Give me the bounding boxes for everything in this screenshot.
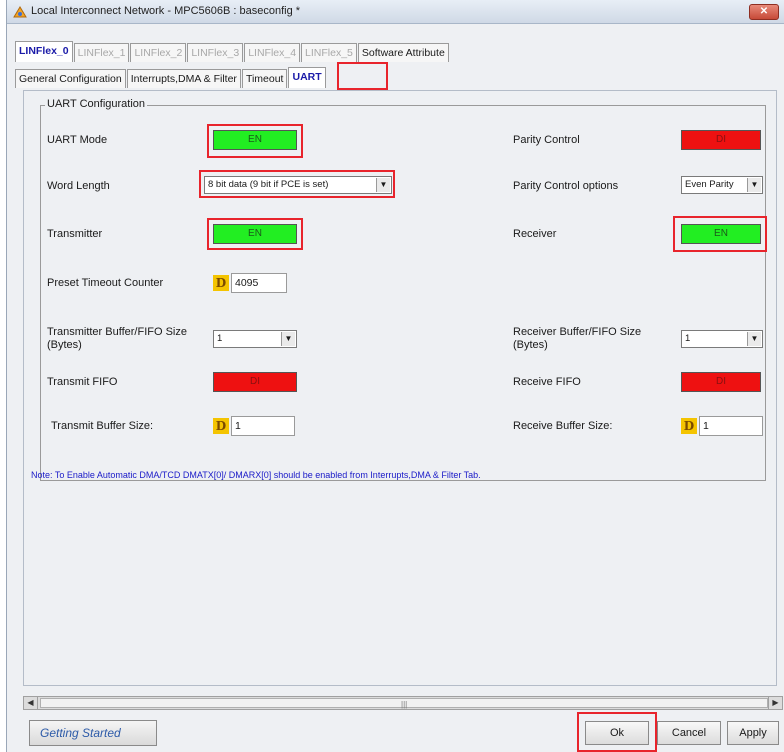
tx-buffer-fifo-size-label: Transmitter Buffer/FIFO Size (Bytes) bbox=[47, 326, 187, 351]
parity-options-value: Even Parity bbox=[685, 179, 734, 190]
tab-general-configuration[interactable]: General Configuration bbox=[15, 69, 126, 88]
tab-interrupts-dma-filter[interactable]: Interrupts,DMA & Filter bbox=[126, 69, 241, 88]
rx-buffer-fifo-size-value: 1 bbox=[685, 333, 691, 344]
transmit-fifo-toggle[interactable]: DI bbox=[213, 372, 297, 392]
linflex-tab-bar: LINFlex_0 LINFlex_1 LINFlex_2 LINFlex_3 … bbox=[15, 40, 450, 62]
grip-icon: ||| bbox=[401, 700, 408, 709]
tab-uart[interactable]: UART bbox=[288, 67, 326, 88]
cancel-button[interactable]: Cancel bbox=[657, 721, 721, 745]
parity-options-select[interactable]: Even Parity ▼ bbox=[681, 176, 763, 194]
tab-software-attribute[interactable]: Software Attribute bbox=[357, 43, 449, 62]
close-button[interactable]: ✕ bbox=[749, 4, 779, 20]
receive-buffer-size-input[interactable]: 1 bbox=[699, 416, 763, 436]
parity-options-label: Parity Control options bbox=[513, 180, 619, 192]
decimal-format-icon[interactable]: D bbox=[213, 418, 229, 434]
scroll-right-icon[interactable]: ▶ bbox=[768, 697, 782, 709]
tab-linflex-1[interactable]: LINFlex_1 bbox=[73, 43, 130, 62]
word-length-select[interactable]: 8 bit data (9 bit if PCE is set) ▼ bbox=[204, 176, 392, 194]
rx-buffer-fifo-size-label: Receiver Buffer/FIFO Size (Bytes) bbox=[513, 326, 642, 351]
receiver-label: Receiver bbox=[513, 228, 557, 240]
tab-timeout[interactable]: Timeout bbox=[241, 69, 288, 88]
chevron-down-icon[interactable]: ▼ bbox=[747, 332, 761, 346]
receiver-toggle[interactable]: EN bbox=[681, 224, 761, 244]
transmitter-label: Transmitter bbox=[47, 228, 103, 240]
preset-timeout-field: D 4095 bbox=[213, 273, 287, 293]
word-length-value: 8 bit data (9 bit if PCE is set) bbox=[208, 179, 329, 190]
tx-buffer-fifo-size-select[interactable]: 1 ▼ bbox=[213, 330, 297, 348]
decimal-format-icon[interactable]: D bbox=[213, 275, 229, 291]
parity-control-toggle[interactable]: DI bbox=[681, 130, 761, 150]
transmit-buffer-size-label: Transmit Buffer Size: bbox=[51, 420, 154, 432]
uart-configuration-group: UART Configuration UART Mode EN Parity C… bbox=[40, 98, 767, 481]
app-icon bbox=[13, 6, 27, 18]
apply-button[interactable]: Apply bbox=[727, 721, 779, 745]
preset-timeout-label: Preset Timeout Counter bbox=[47, 277, 164, 289]
chevron-down-icon[interactable]: ▼ bbox=[747, 178, 761, 192]
preset-timeout-input[interactable]: 4095 bbox=[231, 273, 287, 293]
chevron-down-icon[interactable]: ▼ bbox=[376, 178, 390, 192]
uart-config-panel: UART Configuration UART Mode EN Parity C… bbox=[23, 90, 777, 686]
tab-linflex-0[interactable]: LINFlex_0 bbox=[15, 41, 73, 62]
scroll-thumb[interactable]: ||| bbox=[40, 698, 768, 709]
title-bar: Local Interconnect Network - MPC5606B : … bbox=[7, 0, 784, 24]
tab-linflex-5[interactable]: LINFlex_5 bbox=[301, 43, 357, 62]
dialog-window: Local Interconnect Network - MPC5606B : … bbox=[6, 0, 784, 752]
receive-fifo-toggle[interactable]: DI bbox=[681, 372, 761, 392]
receive-buffer-size-label: Receive Buffer Size: bbox=[513, 420, 613, 432]
getting-started-button[interactable]: Getting Started bbox=[29, 720, 157, 746]
horizontal-scrollbar[interactable]: ◀ ||| ▶ bbox=[23, 696, 783, 710]
transmit-buffer-size-field: D 1 bbox=[213, 416, 295, 436]
receive-fifo-label: Receive FIFO bbox=[513, 376, 581, 388]
receive-buffer-size-field: D 1 bbox=[681, 416, 763, 436]
transmit-fifo-label: Transmit FIFO bbox=[47, 376, 118, 388]
uart-tab-highlight bbox=[337, 62, 388, 90]
uart-mode-label: UART Mode bbox=[47, 134, 108, 146]
word-length-label: Word Length bbox=[47, 180, 110, 192]
decimal-format-icon[interactable]: D bbox=[681, 418, 697, 434]
parity-control-label: Parity Control bbox=[513, 134, 580, 146]
group-title: UART Configuration bbox=[45, 98, 148, 110]
tab-linflex-2[interactable]: LINFlex_2 bbox=[130, 43, 187, 62]
config-tab-bar: General Configuration Interrupts,DMA & F… bbox=[15, 66, 327, 88]
tab-linflex-4[interactable]: LINFlex_4 bbox=[244, 43, 301, 62]
dma-note: Note: To Enable Automatic DMA/TCD DMATX[… bbox=[31, 470, 481, 480]
transmitter-toggle[interactable]: EN bbox=[213, 224, 297, 244]
tab-linflex-3[interactable]: LINFlex_3 bbox=[187, 43, 244, 62]
uart-mode-toggle[interactable]: EN bbox=[213, 130, 297, 150]
ok-button[interactable]: Ok bbox=[585, 721, 649, 745]
scroll-left-icon[interactable]: ◀ bbox=[24, 697, 38, 709]
rx-buffer-fifo-size-select[interactable]: 1 ▼ bbox=[681, 330, 763, 348]
transmit-buffer-size-input[interactable]: 1 bbox=[231, 416, 295, 436]
chevron-down-icon[interactable]: ▼ bbox=[281, 332, 295, 346]
window-title: Local Interconnect Network - MPC5606B : … bbox=[31, 5, 301, 17]
tx-buffer-fifo-size-value: 1 bbox=[217, 333, 223, 344]
